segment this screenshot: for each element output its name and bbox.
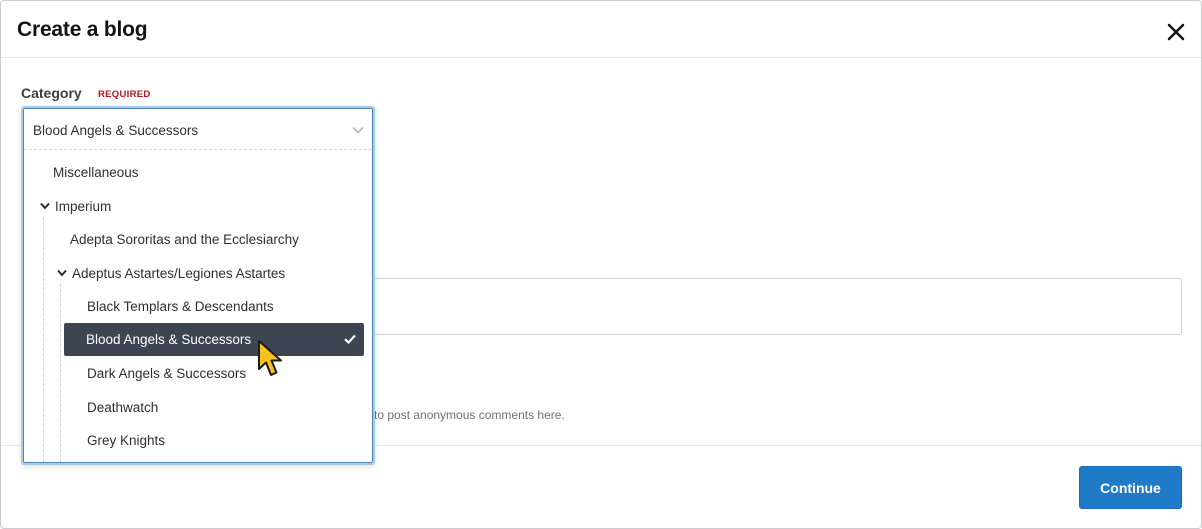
- description-input[interactable]: [371, 278, 1182, 335]
- chevron-down-icon[interactable]: [352, 125, 364, 135]
- category-select-value[interactable]: Blood Angels & Successors: [33, 123, 198, 138]
- option-imperium[interactable]: Imperium: [55, 199, 111, 214]
- required-badge: REQUIRED: [98, 89, 151, 100]
- option-dark-angels[interactable]: Dark Angels & Successors: [87, 366, 246, 381]
- option-adeptus-astartes[interactable]: Adeptus Astartes/Legiones Astartes: [72, 266, 285, 281]
- chevron-down-icon[interactable]: [40, 202, 50, 210]
- create-blog-modal: Create a blog Category REQUIRED to post …: [0, 0, 1202, 529]
- category-select[interactable]: Blood Angels & Successors Miscellaneous …: [21, 106, 375, 465]
- close-icon: [1167, 23, 1185, 41]
- category-label: Category: [21, 85, 82, 101]
- tree-guide-astartes: [60, 284, 61, 462]
- modal-header: Create a blog: [1, 1, 1201, 58]
- tree-guide-imperium: [43, 217, 44, 462]
- option-miscellaneous[interactable]: Miscellaneous: [53, 165, 139, 180]
- chevron-down-icon[interactable]: [57, 269, 67, 277]
- category-select-frame: Blood Angels & Successors Miscellaneous …: [23, 108, 373, 463]
- option-adepta-sororitas[interactable]: Adepta Sororitas and the Ecclesiarchy: [70, 232, 299, 247]
- check-icon: [344, 334, 356, 344]
- close-button[interactable]: [1165, 21, 1187, 43]
- option-grey-knights[interactable]: Grey Knights: [87, 433, 165, 448]
- mouse-cursor-icon: [258, 340, 282, 376]
- option-black-templars[interactable]: Black Templars & Descendants: [87, 299, 274, 314]
- anonymous-comments-hint: to post anonymous comments here.: [374, 408, 565, 422]
- modal-title: Create a blog: [17, 18, 148, 41]
- option-deathwatch[interactable]: Deathwatch: [87, 400, 158, 415]
- option-blood-angels-label: Blood Angels & Successors: [86, 332, 252, 347]
- continue-button[interactable]: Continue: [1079, 466, 1182, 509]
- option-blood-angels[interactable]: Blood Angels & Successors: [64, 323, 364, 356]
- select-divider: [24, 149, 372, 150]
